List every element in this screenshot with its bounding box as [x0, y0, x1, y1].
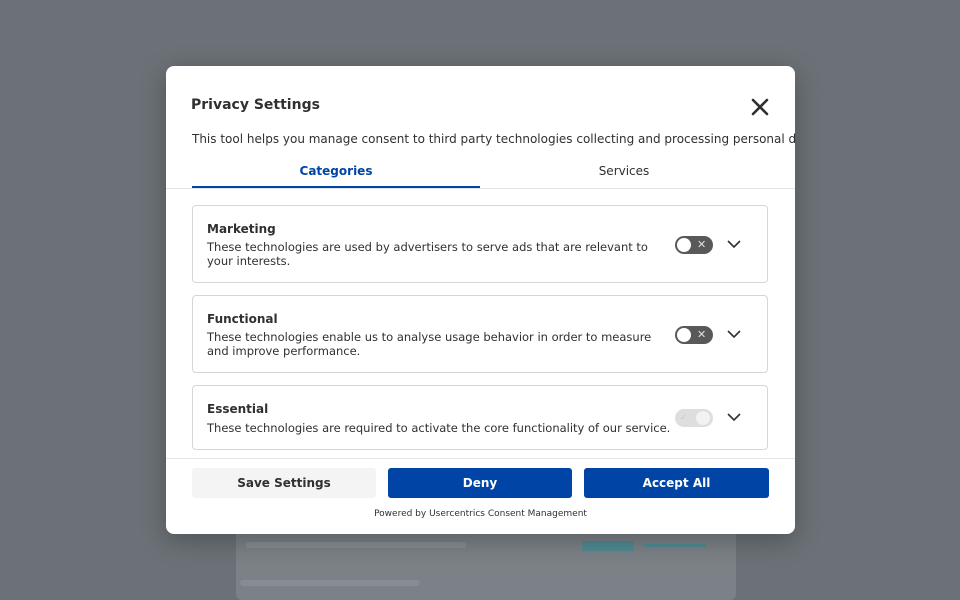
toggle-off-icon: ✕	[697, 328, 707, 341]
background-link	[644, 544, 706, 547]
tab-bar: Categories Services	[192, 160, 768, 188]
dialog-title: Privacy Settings	[191, 97, 320, 113]
toggle-knob	[677, 238, 691, 252]
background-card	[236, 528, 736, 600]
category-description: These technologies enable us to analyse …	[207, 330, 652, 358]
category-description: These technologies are required to activ…	[207, 421, 671, 435]
tab-categories[interactable]: Categories	[192, 160, 480, 188]
close-button[interactable]	[748, 95, 772, 119]
toggle-off-icon: ✕	[697, 238, 707, 251]
dialog-description: This tool helps you manage consent to th…	[192, 132, 795, 146]
privacy-settings-dialog: Privacy Settings This tool helps you man…	[166, 66, 795, 534]
chevron-down-icon[interactable]	[726, 409, 742, 425]
tabs-divider	[166, 188, 795, 189]
tab-services[interactable]: Services	[480, 160, 768, 188]
category-card-essential: Essential These technologies are require…	[192, 385, 768, 450]
category-card-marketing: Marketing These technologies are used by…	[192, 205, 768, 283]
background-line	[246, 542, 466, 548]
save-settings-button[interactable]: Save Settings	[192, 468, 376, 498]
essential-toggle: ✓	[675, 409, 713, 427]
toggle-knob	[677, 328, 691, 342]
close-icon	[751, 98, 769, 116]
category-title: Functional	[207, 312, 278, 326]
powered-by-link[interactable]: Powered by Usercentrics Consent Manageme…	[166, 509, 795, 519]
footer-divider	[166, 458, 795, 459]
category-title: Essential	[207, 402, 269, 416]
chevron-down-icon[interactable]	[726, 236, 742, 252]
functional-toggle[interactable]: ✕	[675, 326, 713, 344]
background-line	[240, 580, 420, 586]
deny-button[interactable]: Deny	[388, 468, 572, 498]
accept-all-button[interactable]: Accept All	[584, 468, 769, 498]
check-icon: ✓	[680, 413, 688, 423]
category-title: Marketing	[207, 222, 276, 236]
marketing-toggle[interactable]: ✕	[675, 236, 713, 254]
chevron-down-icon[interactable]	[726, 326, 742, 342]
toggle-knob	[696, 411, 710, 425]
category-card-functional: Functional These technologies enable us …	[192, 295, 768, 373]
category-description: These technologies are used by advertise…	[207, 240, 648, 268]
background-button	[582, 541, 634, 551]
